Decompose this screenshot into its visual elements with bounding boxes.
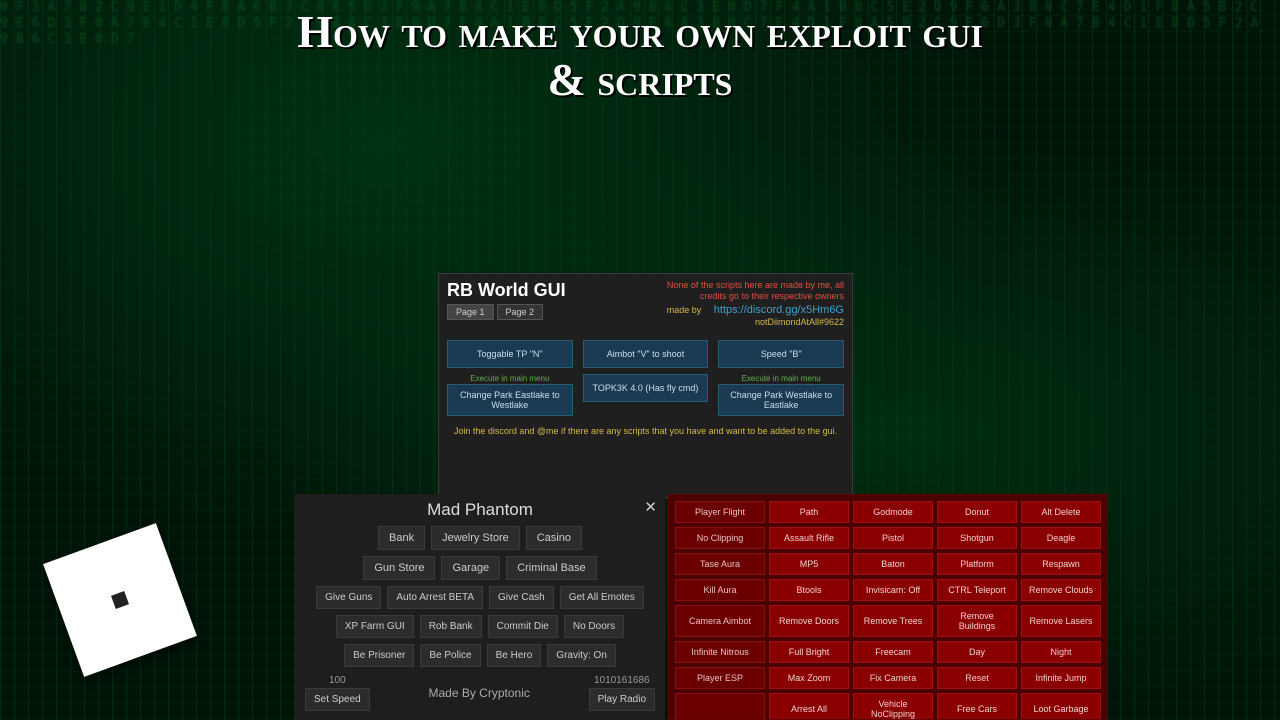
rg-button[interactable]: Deagle bbox=[1021, 527, 1101, 549]
rg-button[interactable]: Godmode bbox=[853, 501, 933, 523]
rg-button[interactable]: Day bbox=[937, 641, 1017, 663]
red-grid-panel: Player FlightPathGodmodeDonutAlt Delete N… bbox=[668, 494, 1108, 720]
rg-button[interactable]: Arrest All bbox=[769, 693, 849, 720]
rg-row-header[interactable]: Player Flight bbox=[675, 501, 765, 523]
mp-btn-emotes[interactable]: Get All Emotes bbox=[560, 586, 644, 609]
rg-button[interactable]: Assault Rifle bbox=[769, 527, 849, 549]
title-line-2: & scripts bbox=[0, 56, 1280, 104]
rg-button[interactable]: Alt Delete bbox=[1021, 501, 1101, 523]
red-grid: Player FlightPathGodmodeDonutAlt Delete N… bbox=[675, 501, 1101, 720]
rb-tabs: Page 1 Page 2 bbox=[447, 304, 566, 320]
mp-title: Mad Phantom bbox=[305, 500, 655, 520]
rg-button[interactable]: Reset bbox=[937, 667, 1017, 689]
rg-button[interactable]: Baton bbox=[853, 553, 933, 575]
rb-title: RB World GUI bbox=[447, 280, 566, 301]
rg-button[interactable]: Loot Garbage bbox=[1021, 693, 1101, 720]
mp-btn-bank[interactable]: Bank bbox=[378, 526, 425, 550]
mp-speed-value: 100 bbox=[329, 675, 346, 686]
rg-button[interactable]: Btools bbox=[769, 579, 849, 601]
mp-btn-commitdie[interactable]: Commit Die bbox=[488, 615, 558, 638]
rg-button[interactable]: MP5 bbox=[769, 553, 849, 575]
rg-row-header[interactable]: Tase Aura bbox=[675, 553, 765, 575]
rg-row-header[interactable]: Player ESP bbox=[675, 667, 765, 689]
rg-button[interactable]: Full Bright bbox=[769, 641, 849, 663]
rg-button[interactable]: Respawn bbox=[1021, 553, 1101, 575]
mp-btn-robbank[interactable]: Rob Bank bbox=[420, 615, 482, 638]
mp-btn-nodoors[interactable]: No Doors bbox=[564, 615, 624, 638]
rg-button[interactable]: Night bbox=[1021, 641, 1101, 663]
rg-button[interactable]: Vehicle NoClipping bbox=[853, 693, 933, 720]
title-line-1: How to make your own exploit gui bbox=[0, 8, 1280, 56]
rg-button[interactable]: Invisicam: Off bbox=[853, 579, 933, 601]
rg-button[interactable]: Fix Camera bbox=[853, 667, 933, 689]
mp-btn-xpfarm[interactable]: XP Farm GUI bbox=[336, 615, 414, 638]
close-icon[interactable]: ✕ bbox=[644, 498, 657, 516]
rg-button[interactable]: Free Cars bbox=[937, 693, 1017, 720]
mad-phantom-panel: ✕ Mad Phantom Bank Jewelry Store Casino … bbox=[295, 494, 665, 720]
rb-button-grid: Toggable TP "N" Aimbot "V" to shoot Spee… bbox=[447, 340, 844, 416]
rg-button[interactable]: CTRL Teleport bbox=[937, 579, 1017, 601]
mp-btn-garage[interactable]: Garage bbox=[441, 556, 500, 580]
rb-btn-aimbot[interactable]: Aimbot "V" to shoot bbox=[583, 340, 709, 368]
mp-btn-gravity[interactable]: Gravity: On bbox=[547, 644, 616, 667]
rg-button[interactable]: Path bbox=[769, 501, 849, 523]
rb-tab-page2[interactable]: Page 2 bbox=[497, 304, 544, 320]
mp-btn-gunstore[interactable]: Gun Store bbox=[363, 556, 435, 580]
rb-discord-link[interactable]: https://discord.gg/x5Hm6G bbox=[714, 304, 844, 316]
mp-btn-police[interactable]: Be Police bbox=[420, 644, 480, 667]
mp-btn-autoarrest[interactable]: Auto Arrest BETA bbox=[387, 586, 483, 609]
rg-row-header[interactable]: No Clipping bbox=[675, 527, 765, 549]
rb-world-panel: RB World GUI Page 1 Page 2 None of the s… bbox=[438, 273, 853, 498]
mp-btn-jewelry[interactable]: Jewelry Store bbox=[431, 526, 520, 550]
rb-credits: None of the scripts here are made by me,… bbox=[667, 280, 844, 328]
rg-row-header[interactable] bbox=[675, 693, 765, 720]
mp-btn-criminal[interactable]: Criminal Base bbox=[506, 556, 596, 580]
mp-btn-hero[interactable]: Be Hero bbox=[487, 644, 542, 667]
rg-button[interactable]: Shotgun bbox=[937, 527, 1017, 549]
rg-row-header[interactable]: Infinite Nitrous bbox=[675, 641, 765, 663]
rg-button[interactable]: Freecam bbox=[853, 641, 933, 663]
rg-row-header[interactable]: Kill Aura bbox=[675, 579, 765, 601]
rb-header: RB World GUI Page 1 Page 2 None of the s… bbox=[447, 280, 844, 328]
mp-btn-giveguns[interactable]: Give Guns bbox=[316, 586, 381, 609]
rg-button[interactable]: Pistol bbox=[853, 527, 933, 549]
rb-tab-page1[interactable]: Page 1 bbox=[447, 304, 494, 320]
mp-btn-givecash[interactable]: Give Cash bbox=[489, 586, 554, 609]
rg-button[interactable]: Remove Trees bbox=[853, 605, 933, 637]
rb-footer: Join the discord and @me if there are an… bbox=[447, 426, 844, 438]
rb-btn-speed[interactable]: Speed "B" bbox=[718, 340, 844, 368]
rg-button[interactable]: Max Zoom bbox=[769, 667, 849, 689]
page-title: How to make your own exploit gui & scrip… bbox=[0, 8, 1280, 105]
rb-btn-eastlake[interactable]: Change Park Eastlake to Westlake bbox=[447, 384, 573, 416]
rg-button[interactable]: Remove Lasers bbox=[1021, 605, 1101, 637]
mp-btn-setspeed[interactable]: Set Speed bbox=[305, 688, 370, 711]
rg-button[interactable]: Remove Clouds bbox=[1021, 579, 1101, 601]
rg-button[interactable]: Platform bbox=[937, 553, 1017, 575]
mp-btn-casino[interactable]: Casino bbox=[526, 526, 582, 550]
rb-btn-tp[interactable]: Toggable TP "N" bbox=[447, 340, 573, 368]
rg-button[interactable]: Donut bbox=[937, 501, 1017, 523]
mp-radio-id: 1010161686 bbox=[594, 675, 650, 686]
rg-button[interactable]: Remove Doors bbox=[769, 605, 849, 637]
rg-button[interactable]: Remove Buildings bbox=[937, 605, 1017, 637]
mp-credit: Made By Cryptonic bbox=[378, 686, 581, 700]
mp-btn-playradio[interactable]: Play Radio bbox=[589, 688, 655, 711]
mp-btn-prisoner[interactable]: Be Prisoner bbox=[344, 644, 414, 667]
rb-btn-westlake[interactable]: Change Park Westlake to Eastlake bbox=[718, 384, 844, 416]
rb-btn-topk3k[interactable]: TOPK3K 4.0 (Has fly cmd) bbox=[583, 374, 709, 402]
rg-button[interactable]: Infinite Jump bbox=[1021, 667, 1101, 689]
rg-row-header[interactable]: Camera Aimbot bbox=[675, 605, 765, 637]
